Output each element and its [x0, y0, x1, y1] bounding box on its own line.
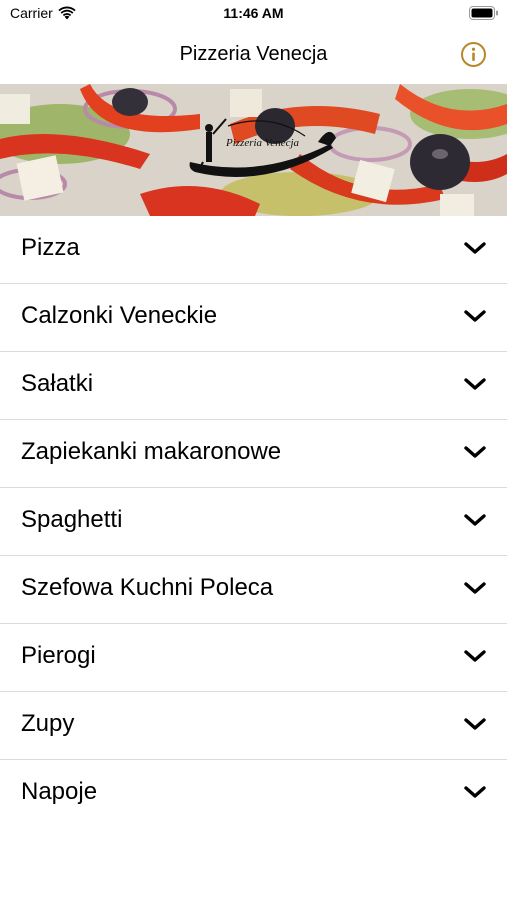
menu-item-salatki[interactable]: Sałatki — [0, 352, 507, 420]
menu-category-list: Pizza Calzonki Veneckie Sałatki Zapiekan… — [0, 216, 507, 827]
menu-item-label: Calzonki Veneckie — [21, 302, 218, 329]
menu-item-label: Sałatki — [21, 370, 94, 397]
menu-item-label: Pizza — [21, 234, 80, 261]
page-title: Pizzeria Venecja — [179, 43, 328, 65]
chevron-down-icon — [464, 242, 486, 254]
logo-text: Pizzeria Venecja — [225, 137, 300, 149]
chevron-down-icon — [464, 514, 486, 526]
menu-item-label: Pierogi — [21, 642, 96, 669]
battery-icon — [469, 6, 498, 20]
app-screen: Carrier 11:46 AM Pizzeria Venecja Pizzer… — [0, 0, 507, 900]
menu-item-pizza[interactable]: Pizza — [0, 216, 507, 284]
menu-item-zupy[interactable]: Zupy — [0, 692, 507, 760]
salad-photo: Pizzeria Venecja — [0, 84, 507, 216]
menu-item-szefowa[interactable]: Szefowa Kuchni Poleca — [0, 556, 507, 624]
chevron-down-icon — [464, 446, 486, 458]
menu-item-label: Napoje — [21, 778, 98, 805]
menu-item-label: Zupy — [21, 710, 75, 737]
menu-item-label: Zapiekanki makaronowe — [21, 438, 282, 465]
chevron-down-icon — [464, 650, 486, 662]
navigation-bar: Pizzeria Venecja — [0, 30, 507, 82]
chevron-down-icon — [464, 310, 486, 322]
menu-item-label: Spaghetti — [21, 506, 123, 533]
menu-item-calzonki[interactable]: Calzonki Veneckie — [0, 284, 507, 352]
status-bar: Carrier 11:46 AM — [0, 0, 507, 30]
chevron-down-icon — [464, 718, 486, 730]
menu-item-zapiekanki[interactable]: Zapiekanki makaronowe — [0, 420, 507, 488]
chevron-down-icon — [464, 378, 486, 390]
chevron-down-icon — [464, 786, 486, 798]
menu-item-napoje[interactable]: Napoje — [0, 760, 507, 827]
clock: 11:46 AM — [223, 5, 284, 21]
banner-image: Pizzeria Venecja — [0, 84, 507, 216]
menu-item-label: Szefowa Kuchni Poleca — [21, 574, 274, 601]
chevron-down-icon — [464, 582, 486, 594]
menu-item-pierogi[interactable]: Pierogi — [0, 624, 507, 692]
menu-item-spaghetti[interactable]: Spaghetti — [0, 488, 507, 556]
info-icon[interactable] — [460, 41, 487, 68]
